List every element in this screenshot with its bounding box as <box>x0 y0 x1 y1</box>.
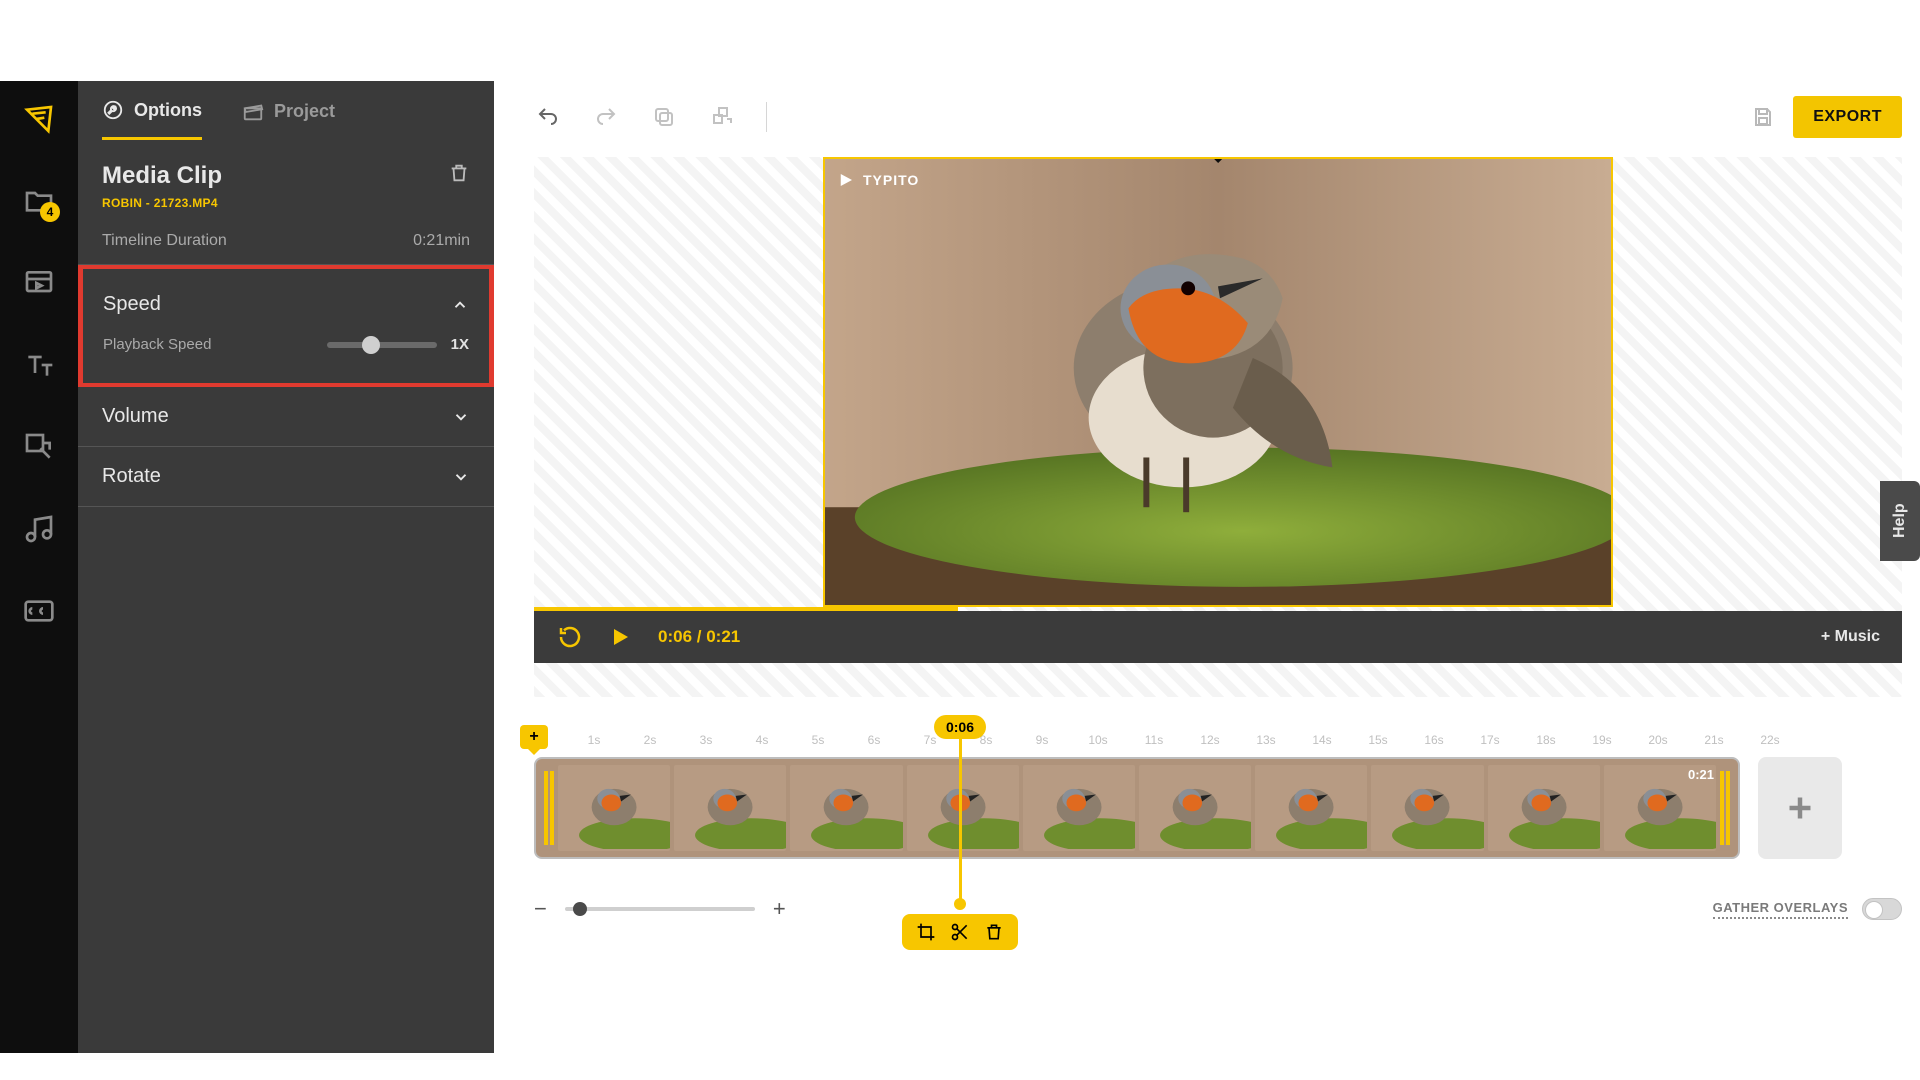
ruler-tick: 5s <box>790 733 846 747</box>
gather-overlays-toggle[interactable] <box>1862 898 1902 920</box>
logo-icon[interactable] <box>21 101 57 137</box>
save-button[interactable] <box>1749 103 1777 131</box>
rotate-section: Rotate <box>78 447 494 507</box>
chevron-down-icon <box>452 408 470 426</box>
clip-thumbnails <box>558 765 1716 851</box>
zoom-in-button[interactable]: + <box>773 896 786 922</box>
media-count-badge: 4 <box>40 202 60 222</box>
zoom-slider[interactable] <box>565 907 755 911</box>
ruler-tick: 20s <box>1630 733 1686 747</box>
nav-media-folder[interactable]: 4 <box>21 183 57 219</box>
progress-indicator[interactable] <box>534 607 958 611</box>
wrench-icon <box>102 99 124 121</box>
ruler-tick: 14s <box>1294 733 1350 747</box>
ruler-tick: 12s <box>1182 733 1238 747</box>
clapper-icon <box>242 101 264 123</box>
nav-elements[interactable] <box>21 429 57 465</box>
clip-trim-left[interactable] <box>544 771 554 845</box>
ruler-tick: 4s <box>734 733 790 747</box>
volume-header[interactable]: Volume <box>102 405 470 428</box>
ruler-tick: 9s <box>1014 733 1070 747</box>
media-clip-title: Media Clip <box>102 162 222 190</box>
top-toolbar: EXPORT <box>534 89 1902 145</box>
clip-trim-right[interactable] <box>1720 771 1730 845</box>
ruler-tick: 21s <box>1686 733 1742 747</box>
main-area: EXPORT <box>494 81 1920 1053</box>
play-button[interactable] <box>608 625 632 649</box>
ruler-tick: 15s <box>1350 733 1406 747</box>
time-display: 0:06 / 0:21 <box>658 627 740 647</box>
ruler-tick: 10s <box>1070 733 1126 747</box>
speed-header[interactable]: Speed <box>103 293 469 316</box>
speed-slider-knob[interactable] <box>362 336 380 354</box>
playback-speed-label: Playback Speed <box>103 336 211 353</box>
ruler-tick: 11s <box>1126 733 1182 747</box>
export-button[interactable]: EXPORT <box>1793 96 1902 138</box>
undo-button[interactable] <box>534 103 562 131</box>
duration-label: Timeline Duration <box>102 232 227 250</box>
add-music-button[interactable]: + Music <box>1821 628 1880 646</box>
watermark: TYPITO <box>837 171 919 189</box>
ruler-tick: 17s <box>1462 733 1518 747</box>
options-panel: Options Project Media Clip ROBIN - 21723… <box>78 81 494 1053</box>
zoom-control: − + <box>534 896 786 922</box>
nav-text[interactable] <box>21 347 57 383</box>
speed-title: Speed <box>103 293 161 316</box>
redo-button[interactable] <box>592 103 620 131</box>
timeline: + 1s2s3s4s5s6s7s8s9s10s11s12s13s14s15s16… <box>534 733 1902 859</box>
timeline-ruler[interactable]: 1s2s3s4s5s6s7s8s9s10s11s12s13s14s15s16s1… <box>566 733 1902 747</box>
rewind-button[interactable] <box>558 625 582 649</box>
delete-clip-button[interactable] <box>448 162 470 184</box>
speed-slider[interactable] <box>327 342 437 348</box>
ruler-tick: 2s <box>622 733 678 747</box>
tab-project-label: Project <box>274 101 335 122</box>
separator <box>766 102 767 132</box>
ruler-tick: 13s <box>1238 733 1294 747</box>
zoom-out-button[interactable]: − <box>534 896 547 922</box>
volume-title: Volume <box>102 405 169 428</box>
nav-captions[interactable] <box>21 593 57 629</box>
ruler-tick: 8s <box>958 733 1014 747</box>
add-clip-button[interactable] <box>1758 757 1842 859</box>
volume-section: Volume <box>78 387 494 447</box>
ruler-tick: 3s <box>678 733 734 747</box>
timeline-footer: − + GATHER OVERLAYS <box>534 891 1902 927</box>
duplicate-button[interactable] <box>650 103 678 131</box>
layer-button[interactable] <box>708 103 736 131</box>
speed-value: 1X <box>451 336 469 353</box>
tab-options-label: Options <box>134 100 202 121</box>
duration-value: 0:21min <box>413 232 470 250</box>
preview-image <box>825 159 1611 607</box>
ruler-tick: 22s <box>1742 733 1798 747</box>
media-clip-filename: ROBIN - 21723.MP4 <box>102 196 222 210</box>
add-track-button[interactable]: + <box>520 725 548 749</box>
ruler-tick: 7s <box>902 733 958 747</box>
zoom-slider-knob[interactable] <box>573 902 587 916</box>
play-bar: 0:06 / 0:21 + Music <box>534 611 1902 663</box>
tab-options[interactable]: Options <box>102 99 202 140</box>
timeline-clip[interactable]: 0:21 <box>534 757 1740 859</box>
chevron-down-icon <box>452 468 470 486</box>
nav-music[interactable] <box>21 511 57 547</box>
clip-duration-label: 0:21 <box>1688 767 1714 782</box>
tab-project[interactable]: Project <box>242 99 335 140</box>
rotate-header[interactable]: Rotate <box>102 465 470 488</box>
video-preview[interactable]: TYPITO Replace <box>823 157 1613 607</box>
ruler-tick: 18s <box>1518 733 1574 747</box>
ruler-tick: 19s <box>1574 733 1630 747</box>
ruler-tick: 1s <box>566 733 622 747</box>
left-nav-rail: 4 <box>0 81 78 1053</box>
chevron-up-icon <box>451 296 469 314</box>
nav-templates[interactable] <box>21 265 57 301</box>
speed-section: Speed Playback Speed 1X <box>78 265 494 387</box>
ruler-tick: 6s <box>846 733 902 747</box>
rotate-title: Rotate <box>102 465 161 488</box>
gather-overlays-label: GATHER OVERLAYS <box>1713 900 1848 919</box>
help-tab[interactable]: Help <box>1880 481 1920 561</box>
ruler-tick: 16s <box>1406 733 1462 747</box>
